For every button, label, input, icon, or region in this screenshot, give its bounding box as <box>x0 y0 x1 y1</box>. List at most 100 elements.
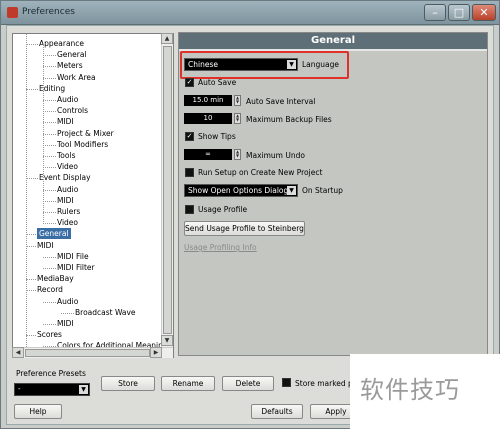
tree-item[interactable]: Controls <box>57 105 88 116</box>
tree-connector <box>43 268 56 269</box>
tree-connector <box>43 44 44 224</box>
tree-connector <box>26 34 27 347</box>
tree-item[interactable]: Record <box>37 284 63 295</box>
tree-item[interactable]: Tool Modifiers <box>57 139 108 150</box>
tree-connector <box>43 212 56 213</box>
show-tips-label: Show Tips <box>198 132 236 141</box>
show-tips-checkbox[interactable]: ✓ <box>185 132 194 141</box>
stepper-icon[interactable]: ▲ ▼ <box>234 113 241 124</box>
tree-item[interactable]: MIDI <box>57 318 74 329</box>
defaults-button[interactable]: Defaults <box>251 404 303 419</box>
tree-item[interactable]: MediaBay <box>37 273 74 284</box>
tree-item[interactable]: MIDI File <box>57 251 89 262</box>
presets-select[interactable]: - ▼ <box>14 383 90 396</box>
presets-value: - <box>18 385 21 393</box>
tree-connector <box>43 324 56 325</box>
language-value: Chinese <box>188 60 218 69</box>
tree-connector <box>43 66 56 68</box>
maximize-icon: □ <box>453 6 465 19</box>
tree-item[interactable]: General <box>57 49 87 60</box>
auto-save-checkbox[interactable]: ✓ <box>185 78 194 87</box>
scroll-left-icon[interactable]: ◀ <box>12 347 24 358</box>
run-setup-label: Run Setup on Create New Project <box>198 168 323 177</box>
tree-item[interactable]: General <box>37 228 71 240</box>
maximize-button[interactable]: □ <box>448 4 470 21</box>
tree-connector <box>43 156 56 157</box>
tree-connector <box>43 111 56 113</box>
on-startup-label: On Startup <box>302 186 343 195</box>
tree-connector <box>43 223 56 225</box>
tree-connector <box>43 256 56 258</box>
tree-content: Appearance General Meters Work Area Editing A… <box>13 34 161 347</box>
language-select[interactable]: Chinese ▼ <box>184 58 298 71</box>
tree-connector <box>43 144 56 146</box>
tree-item[interactable]: Audio <box>57 296 78 307</box>
watermark: 软件技巧 <box>360 376 460 404</box>
rename-button[interactable]: Rename <box>161 376 215 391</box>
tree-connector <box>43 122 56 124</box>
panel-title: General <box>179 33 487 49</box>
tree-connector <box>43 133 56 135</box>
minimize-button[interactable]: – <box>424 4 446 21</box>
tree-connector <box>43 77 56 79</box>
scroll-up-icon[interactable]: ▲ <box>161 33 173 44</box>
tree-item[interactable]: Scores <box>37 329 62 340</box>
tree-vertical-scrollbar[interactable]: ▲ ▼ <box>161 33 173 347</box>
usage-profiling-info-link[interactable]: Usage Profiling Info <box>184 243 257 252</box>
tree-item[interactable]: Work Area <box>57 72 96 83</box>
tree-item[interactable]: Video <box>57 217 78 228</box>
tree-item[interactable]: Audio <box>57 94 78 105</box>
tree-item[interactable]: MIDI Filter <box>57 262 95 273</box>
tree-item[interactable]: MIDI <box>57 195 74 206</box>
chevron-down-icon: ▼ <box>287 186 296 195</box>
max-undo-label: Maximum Undo <box>246 151 305 160</box>
tree-item[interactable]: Appearance <box>39 38 84 49</box>
stepper-icon[interactable]: ▲ ▼ <box>234 149 241 160</box>
title-bar[interactable]: Preferences – □ ✕ <box>1 1 499 25</box>
delete-button[interactable]: Delete <box>222 376 274 391</box>
auto-save-label: Auto Save <box>198 78 237 87</box>
on-startup-select[interactable]: Show Open Options Dialog ▼ <box>184 184 298 197</box>
stepper-icon[interactable]: ▲ ▼ <box>234 95 241 106</box>
max-undo-field[interactable]: ∞ <box>184 149 232 160</box>
help-button[interactable]: Help <box>14 404 62 419</box>
tree-connector <box>43 167 56 169</box>
tree-item[interactable]: Video <box>57 161 78 172</box>
tree-connector <box>26 44 38 45</box>
tree-connector <box>43 200 56 202</box>
tree-connector <box>26 245 36 247</box>
auto-save-interval-field[interactable]: 15.0 min <box>184 95 232 106</box>
tree-item[interactable]: Audio <box>57 184 78 195</box>
scroll-down-icon[interactable]: ▼ <box>161 335 173 346</box>
on-startup-value: Show Open Options Dialog <box>188 186 289 195</box>
send-usage-profile-button[interactable]: Send Usage Profile to Steinberg <box>184 221 305 236</box>
tree-item[interactable]: Broadcast Wave <box>75 307 136 318</box>
minimize-icon: – <box>432 6 438 19</box>
tree-item[interactable]: Rulers <box>57 206 80 217</box>
tree-item[interactable]: Meters <box>57 60 83 71</box>
usage-profile-label: Usage Profile <box>198 205 248 214</box>
close-button[interactable]: ✕ <box>472 4 496 21</box>
max-backup-label: Maximum Backup Files <box>246 115 332 124</box>
usage-profile-checkbox[interactable] <box>185 205 194 214</box>
tree-horizontal-scrollbar[interactable]: ◀ ▶ <box>12 347 173 358</box>
max-backup-field[interactable]: 10 <box>184 113 232 124</box>
scroll-thumb[interactable] <box>163 46 172 334</box>
tree-item[interactable]: Event Display <box>39 172 91 183</box>
tree-item[interactable]: MIDI <box>57 116 74 127</box>
tree-item[interactable]: MIDI <box>37 240 54 251</box>
tree-connector <box>43 301 56 303</box>
scroll-right-icon[interactable]: ▶ <box>150 347 162 358</box>
window-title: Preferences <box>22 7 75 17</box>
store-marked-checkbox[interactable] <box>282 378 291 387</box>
scroll-thumb-horizontal[interactable] <box>25 349 150 357</box>
chevron-down-icon: ▼ <box>79 385 88 394</box>
run-setup-checkbox[interactable] <box>185 168 194 177</box>
tree-connector <box>43 189 56 191</box>
store-button[interactable]: Store <box>101 376 155 391</box>
tree-item[interactable]: Project & Mixer <box>57 128 114 139</box>
tree-connector <box>43 100 56 101</box>
chevron-down-icon: ▼ <box>287 60 296 69</box>
tree-item[interactable]: Colors for Additional Meanings <box>57 340 161 347</box>
tree-item[interactable]: Tools <box>57 150 75 161</box>
